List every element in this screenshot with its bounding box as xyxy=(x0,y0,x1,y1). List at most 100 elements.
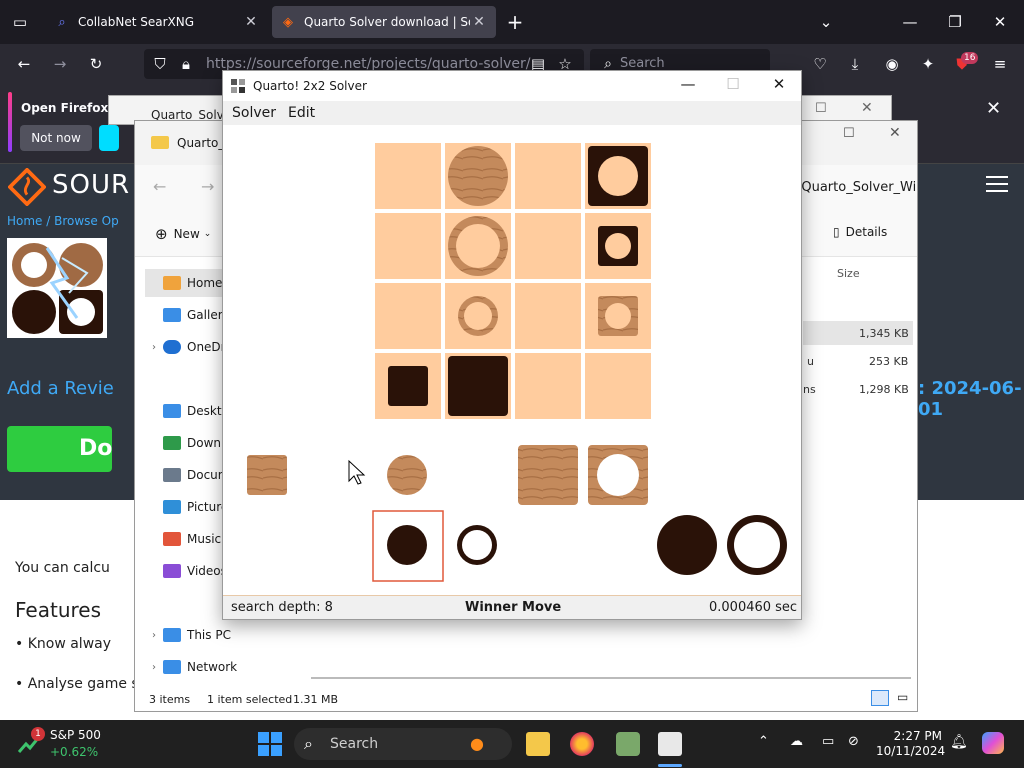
piece-light-small-square-solid[interactable] xyxy=(247,455,287,495)
stock-name[interactable]: S&P 500 xyxy=(50,728,101,742)
tab-searxng[interactable]: ⌕ CollabNet SearXNG ✕ xyxy=(46,6,268,38)
back-icon[interactable]: ← xyxy=(12,54,36,74)
download-icon xyxy=(163,436,181,450)
board-cell[interactable] xyxy=(375,213,441,279)
menu-solver[interactable]: Solver xyxy=(232,105,276,121)
close-icon[interactable]: ✕ xyxy=(242,14,260,30)
menu-icon[interactable]: ≡ xyxy=(988,54,1012,74)
quarto-solver-window[interactable]: Quarto! 2x2 Solver — ☐ ✕ Solver Edit sea… xyxy=(222,70,802,620)
sourceforge-icon: ◈ xyxy=(283,14,293,30)
close-icon[interactable]: ✕ xyxy=(889,125,901,141)
close-window-icon[interactable]: ✕ xyxy=(988,12,1012,32)
piece-dark-large-round-solid[interactable] xyxy=(657,515,717,575)
maximize-icon[interactable]: ☐ xyxy=(718,75,748,93)
explorer-status-bar: 3 items 1 item selected 1.31 MB ▭ xyxy=(135,687,917,711)
piece-light-large-square-solid[interactable] xyxy=(518,445,578,505)
notification-bell-icon[interactable]: 🔔︎ xyxy=(950,734,968,750)
maximize-icon[interactable]: ☐ xyxy=(843,126,855,141)
sidebar-item-this-pc[interactable]: › This PC xyxy=(145,621,273,649)
reload-icon[interactable]: ↻ xyxy=(84,54,108,74)
add-review-link[interactable]: Add a Revie xyxy=(7,378,114,399)
details-button[interactable]: ▯ Details xyxy=(833,225,887,239)
sourceforge-logo-icon xyxy=(8,168,46,206)
updated-date: : 2024-06-01 xyxy=(918,378,1022,420)
piece-dark-large-square-solid[interactable] xyxy=(448,356,508,416)
close-icon[interactable]: ✕ xyxy=(986,98,1001,119)
close-icon[interactable]: ✕ xyxy=(861,100,873,116)
maximize-icon[interactable]: ☐ xyxy=(815,101,827,116)
search-placeholder: Search xyxy=(330,736,379,752)
chevron-down-icon[interactable]: ⌄ xyxy=(814,12,838,32)
shield-icon[interactable]: ⛉ xyxy=(148,54,172,74)
file-explorer-taskbar-icon[interactable] xyxy=(526,732,550,756)
sf-brand: SOUR xyxy=(52,170,131,200)
forward-icon[interactable]: → xyxy=(48,54,72,74)
board-cell[interactable] xyxy=(515,283,581,349)
piece-dark-small-square-solid[interactable] xyxy=(388,366,428,406)
horizontal-scrollbar[interactable] xyxy=(311,677,911,679)
tab-list-icon[interactable]: ▭ xyxy=(8,12,32,32)
sidebar-item-network[interactable]: › Network xyxy=(145,653,273,681)
hamburger-icon[interactable] xyxy=(986,176,1008,194)
tab-quarto-sourceforge[interactable]: ◈ Quarto Solver download | Sourc ✕ xyxy=(272,6,496,38)
pocket-icon[interactable]: ♡ xyxy=(808,54,832,74)
board-cell[interactable] xyxy=(515,213,581,279)
chevron-down-icon: ⌄ xyxy=(203,229,212,239)
lock-icon[interactable]: 🔒︎ xyxy=(174,54,198,74)
forward-icon[interactable]: → xyxy=(201,177,214,196)
piece-light-large-round-solid[interactable] xyxy=(448,146,508,206)
details-view-icon[interactable] xyxy=(871,690,889,706)
download-icon[interactable]: ⤓ xyxy=(843,54,867,74)
account-icon[interactable]: ◉ xyxy=(880,54,904,74)
sidebar-item-label: Music xyxy=(187,532,222,546)
search-icon: ⌕ xyxy=(304,734,313,753)
tiles-view-icon[interactable]: ▭ xyxy=(897,690,908,704)
chevron-up-icon[interactable]: ⌃ xyxy=(758,734,769,749)
feature-bullet: • Know alway xyxy=(15,636,112,652)
pc-icon xyxy=(163,628,181,642)
back-icon[interactable]: ← xyxy=(153,177,166,196)
close-icon[interactable]: ✕ xyxy=(764,75,794,93)
board-cell[interactable] xyxy=(375,283,441,349)
piece-light-small-round-solid[interactable] xyxy=(387,455,427,495)
details-pane-icon: ▯ xyxy=(833,225,840,239)
piece-hole xyxy=(734,522,780,568)
notice-primary-button[interactable] xyxy=(99,125,119,151)
firefox-taskbar-icon[interactable] xyxy=(570,732,594,756)
cloud-icon[interactable]: ☁ xyxy=(790,734,803,749)
notice-accent xyxy=(8,92,12,152)
piece-dark-small-round-solid[interactable] xyxy=(387,525,427,565)
quarto-app-icon xyxy=(231,79,245,93)
board-cell[interactable] xyxy=(585,353,651,419)
quarto-board-canvas[interactable] xyxy=(223,125,801,595)
not-now-button[interactable]: Not now xyxy=(20,125,92,151)
board-cell[interactable] xyxy=(375,143,441,209)
close-icon[interactable]: ✕ xyxy=(470,14,488,30)
item-count: 3 items xyxy=(149,693,191,706)
maximize-icon[interactable]: ❐ xyxy=(943,12,967,32)
address-path[interactable]: n Quarto_Solver_Wi xyxy=(789,180,916,195)
minimize-icon[interactable]: — xyxy=(898,12,922,32)
app-taskbar-icon[interactable] xyxy=(616,732,640,756)
extensions-icon[interactable]: ✦ xyxy=(916,54,940,74)
sidebar-item-label: Home xyxy=(187,276,223,290)
size-column-header[interactable]: Size xyxy=(837,267,860,280)
minimize-icon[interactable]: — xyxy=(673,75,703,93)
windows-start-icon[interactable] xyxy=(258,732,282,756)
new-tab-icon[interactable]: + xyxy=(503,12,527,32)
active-app-indicator xyxy=(658,764,682,767)
quarto-taskbar-icon[interactable] xyxy=(658,732,682,756)
menu-edit[interactable]: Edit xyxy=(288,105,315,121)
network-icon[interactable]: ⊘ xyxy=(848,734,859,749)
clock[interactable]: 2:27 PM 10/11/2024 xyxy=(876,729,945,759)
features-heading: Features xyxy=(15,598,101,622)
plus-icon: ⊕ xyxy=(155,225,168,243)
copilot-icon[interactable] xyxy=(982,732,1004,754)
download-button[interactable]: Do xyxy=(7,426,112,472)
breadcrumb[interactable]: Home / Browse Op xyxy=(7,214,119,228)
display-icon[interactable]: ▭ xyxy=(822,734,834,749)
new-button[interactable]: ⊕ New ⌄ xyxy=(155,225,211,243)
board-cell[interactable] xyxy=(515,353,581,419)
tab-label: CollabNet SearXNG xyxy=(78,15,195,29)
board-cell[interactable] xyxy=(515,143,581,209)
